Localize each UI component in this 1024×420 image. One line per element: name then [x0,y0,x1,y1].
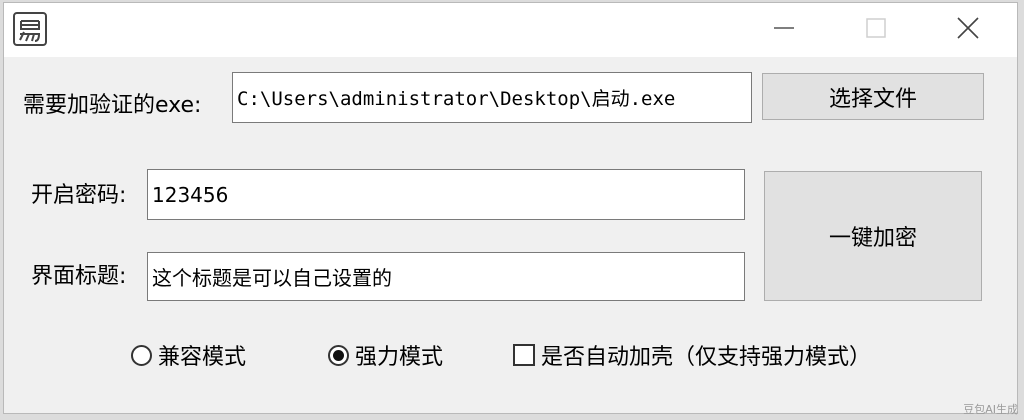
close-button[interactable] [922,3,1014,57]
radio-unchecked-icon [131,344,152,366]
exe-label: 需要加验证的exe: [23,93,202,118]
title-bar [4,3,1017,57]
maximize-icon [865,17,887,43]
window-title-value: 这个标题是可以自己设置的 [152,266,392,290]
encrypt-button[interactable]: 一键加密 [764,171,982,301]
minimize-icon [773,17,795,43]
minimize-button[interactable] [738,3,830,57]
password-value: 123456 [152,182,229,207]
checkbox-unchecked-icon [513,344,535,366]
window-title-label: 界面标题: [31,264,127,289]
exe-path-field[interactable]: C:\Users\administrator\Desktop\启动.exe [232,72,752,123]
compat-mode-label: 兼容模式 [158,345,247,370]
strong-mode-label: 强力模式 [355,345,444,370]
app-logo-icon [13,12,47,46]
window-title-field[interactable]: 这个标题是可以自己设置的 [147,252,745,301]
choose-file-button[interactable]: 选择文件 [762,73,984,120]
auto-shell-checkbox[interactable]: 是否自动加壳（仅支持强力模式） [513,339,871,371]
maximize-button[interactable] [830,3,922,57]
password-label: 开启密码: [31,183,127,208]
radio-checked-icon [328,344,349,366]
close-icon [956,16,980,44]
app-window: 需要加验证的exe: C:\Users\administrator\Deskto… [3,2,1018,414]
strong-mode-radio[interactable]: 强力模式 [328,339,443,371]
watermark: 豆包AI生成 [963,403,1018,416]
exe-path-value: C:\Users\administrator\Desktop\启动.exe [237,88,676,110]
password-field[interactable]: 123456 [147,169,745,220]
auto-shell-label: 是否自动加壳（仅支持强力模式） [541,345,872,370]
compat-mode-radio[interactable]: 兼容模式 [131,339,246,371]
